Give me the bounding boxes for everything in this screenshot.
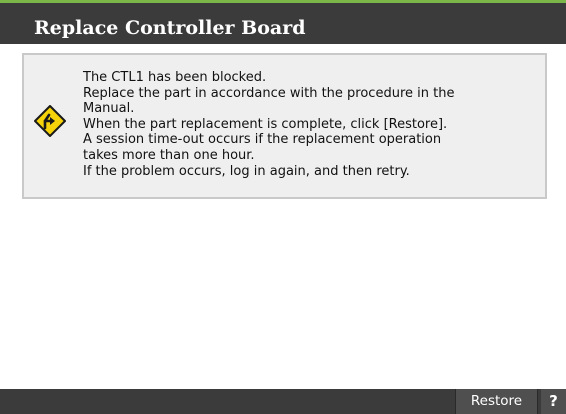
message-line: A session time-out occurs if the replace… [83, 132, 442, 148]
restore-button[interactable]: Restore [455, 389, 538, 414]
help-button[interactable]: ? [541, 389, 566, 414]
message-line: The CTL1 has been blocked. [83, 70, 267, 85]
dialog-title: Replace Controller Board [34, 17, 306, 39]
warning-icon [34, 105, 66, 137]
message-line: If the problem occurs, log in again, and… [83, 163, 410, 179]
message-line: takes more than one hour. [83, 147, 255, 163]
message-line: Replace the part in accordance with the … [83, 85, 455, 101]
message-text: The CTL1 has been blocked. Replace the p… [83, 70, 543, 179]
footer-bar: Restore ? [0, 389, 566, 414]
replace-controller-dialog: Replace Controller Board The CTL1 has be… [0, 0, 566, 414]
message-box: The CTL1 has been blocked. Replace the p… [22, 53, 547, 199]
message-line: Manual. [83, 101, 135, 117]
message-line: When the part replacement is complete, c… [83, 116, 448, 132]
title-bar: Replace Controller Board [0, 3, 566, 44]
